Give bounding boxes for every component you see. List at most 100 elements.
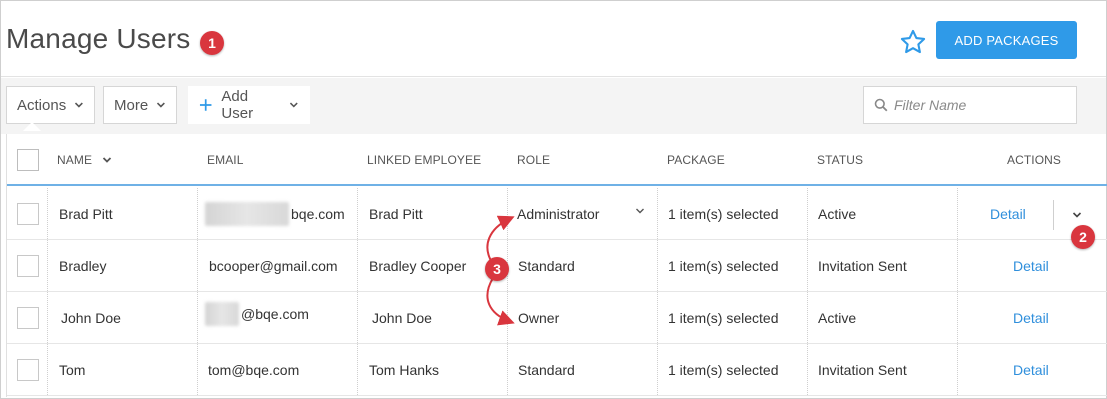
column-divider bbox=[197, 188, 198, 239]
filter-name-input[interactable] bbox=[894, 97, 1064, 113]
column-divider bbox=[807, 292, 808, 343]
manage-users-window: Manage Users 1 ADD PACKAGES Actions More… bbox=[0, 0, 1107, 399]
select-all-checkbox[interactable] bbox=[17, 149, 39, 171]
column-divider bbox=[657, 292, 658, 343]
user-name: John Doe bbox=[61, 309, 121, 326]
column-divider bbox=[357, 292, 358, 343]
filter-name-box bbox=[863, 86, 1077, 124]
status-value: Active bbox=[818, 309, 857, 326]
chevron-down-icon[interactable] bbox=[635, 206, 645, 216]
column-header-status: STATUS bbox=[817, 153, 864, 167]
column-divider bbox=[807, 240, 808, 291]
detail-link[interactable]: Detail bbox=[990, 206, 1026, 222]
column-header-package: PACKAGE bbox=[667, 153, 725, 167]
table-row: John Doe @bqe.com John Doe Owner 1 item(… bbox=[7, 292, 1107, 344]
more-label: More bbox=[114, 96, 149, 114]
users-table: NAME EMAIL LINKED EMPLOYEE ROLE PACKAGE … bbox=[6, 134, 1107, 397]
status-value: Active bbox=[818, 205, 857, 222]
role-select[interactable]: Administrator bbox=[517, 188, 599, 239]
status-value: Invitation Sent bbox=[818, 361, 907, 378]
column-header-email: EMAIL bbox=[207, 153, 244, 167]
chevron-down-icon bbox=[157, 102, 166, 108]
role-value: Standard bbox=[518, 361, 575, 378]
sort-chevron-icon bbox=[102, 157, 111, 163]
chevron-down-icon[interactable] bbox=[1072, 210, 1082, 220]
column-divider bbox=[47, 292, 48, 343]
detail-link[interactable]: Detail bbox=[1013, 310, 1049, 326]
column-divider bbox=[357, 344, 358, 395]
table-row: Brad Pitt bqe.com Brad Pitt Administrato… bbox=[7, 188, 1107, 240]
column-divider bbox=[957, 344, 958, 395]
table-row: Bradley bcooper@gmail.com Bradley Cooper… bbox=[7, 240, 1107, 292]
user-email: bqe.com bbox=[205, 188, 345, 239]
row-checkbox[interactable] bbox=[17, 255, 39, 277]
linked-employee: John Doe bbox=[372, 309, 432, 326]
column-header-actions: ACTIONS bbox=[1007, 153, 1062, 167]
redacted-email-blur bbox=[205, 301, 239, 326]
column-header-linked-employee: LINKED EMPLOYEE bbox=[367, 153, 482, 167]
table-row: Tom tom@bqe.com Tom Hanks Standard 1 ite… bbox=[7, 344, 1107, 396]
column-header-name[interactable]: NAME bbox=[57, 153, 112, 167]
actions-dropdown[interactable]: Actions bbox=[6, 86, 95, 124]
column-divider bbox=[197, 344, 198, 395]
detail-link[interactable]: Detail bbox=[1013, 362, 1049, 378]
row-checkbox[interactable] bbox=[17, 307, 39, 329]
column-divider bbox=[507, 344, 508, 395]
chevron-down-icon bbox=[75, 102, 84, 108]
user-name: Bradley bbox=[59, 257, 107, 274]
user-email: tom@bqe.com bbox=[208, 361, 300, 378]
callout-badge-3: 3 bbox=[485, 257, 509, 281]
row-checkbox[interactable] bbox=[17, 203, 39, 225]
column-divider bbox=[197, 292, 198, 343]
column-divider bbox=[47, 188, 48, 239]
callout-badge-2: 2 bbox=[1071, 225, 1095, 249]
column-divider bbox=[657, 188, 658, 239]
column-divider bbox=[957, 188, 958, 239]
user-name: Brad Pitt bbox=[59, 205, 113, 222]
column-divider bbox=[657, 344, 658, 395]
column-divider bbox=[807, 344, 808, 395]
row-checkbox[interactable] bbox=[17, 359, 39, 381]
linked-employee: Bradley Cooper bbox=[369, 257, 467, 274]
package-value: 1 item(s) selected bbox=[668, 361, 779, 378]
package-value: 1 item(s) selected bbox=[668, 257, 779, 274]
status-value: Invitation Sent bbox=[818, 257, 907, 274]
table-header: NAME EMAIL LINKED EMPLOYEE ROLE PACKAGE … bbox=[7, 134, 1107, 186]
add-user-label: Add User bbox=[221, 88, 254, 122]
page-title: Manage Users bbox=[6, 23, 191, 54]
column-divider bbox=[47, 344, 48, 395]
column-divider bbox=[507, 292, 508, 343]
column-divider bbox=[657, 240, 658, 291]
column-divider bbox=[807, 188, 808, 239]
detail-link[interactable]: Detail bbox=[1013, 258, 1049, 274]
search-icon bbox=[874, 98, 888, 112]
actions-caret-pointer bbox=[23, 122, 41, 131]
add-user-button[interactable]: Add User bbox=[188, 86, 310, 124]
column-divider bbox=[47, 240, 48, 291]
add-packages-button[interactable]: ADD PACKAGES bbox=[936, 21, 1077, 59]
user-email: bcooper@gmail.com bbox=[209, 257, 338, 274]
package-value: 1 item(s) selected bbox=[668, 309, 779, 326]
toolbar: Actions More Add User bbox=[1, 78, 1106, 134]
column-divider bbox=[507, 188, 508, 239]
user-name: Tom bbox=[59, 361, 86, 378]
more-dropdown[interactable]: More bbox=[103, 86, 177, 124]
callout-badge-1: 1 bbox=[200, 31, 224, 55]
column-header-role: ROLE bbox=[517, 153, 551, 167]
column-divider bbox=[197, 240, 198, 291]
column-divider bbox=[957, 292, 958, 343]
column-divider bbox=[957, 240, 958, 291]
linked-employee: Brad Pitt bbox=[369, 205, 423, 222]
page-header: Manage Users 1 ADD PACKAGES bbox=[1, 1, 1106, 77]
linked-employee: Tom Hanks bbox=[369, 361, 440, 378]
actions-label: Actions bbox=[17, 96, 67, 114]
plus-icon bbox=[199, 99, 212, 111]
user-email: @bqe.com bbox=[205, 288, 309, 339]
column-divider bbox=[357, 240, 358, 291]
column-divider bbox=[357, 188, 358, 239]
star-icon[interactable] bbox=[899, 28, 927, 56]
redacted-email-blur bbox=[205, 201, 289, 226]
role-value: Standard bbox=[518, 257, 575, 274]
role-value: Owner bbox=[518, 309, 560, 326]
package-value: 1 item(s) selected bbox=[668, 205, 779, 222]
